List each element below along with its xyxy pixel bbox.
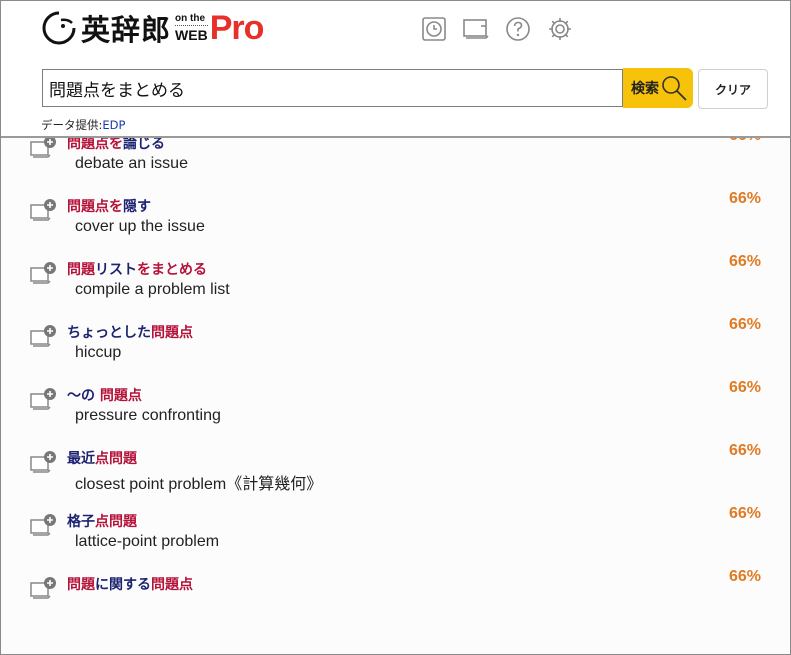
result-headword[interactable]: ちょっとした問題点 [67, 322, 193, 342]
results-list[interactable]: 問題点を議論debate an issue問題点を論じるdebate an is… [1, 111, 790, 654]
match-percentage: 66% [729, 568, 762, 585]
other-text: 格子 [67, 514, 95, 530]
result-headword[interactable]: 問題に関する問題点 [67, 574, 193, 594]
other-text: 最近 [67, 451, 95, 467]
match-text: 問題点を [67, 199, 123, 215]
match-percentage: 66% [729, 442, 762, 459]
result-headword[interactable]: 最近点問題 [67, 448, 137, 468]
match-text: 問題点 [151, 325, 193, 341]
match-text: 問題点 [99, 388, 142, 404]
result-item[interactable]: 最近点問題 closest point problem《計算幾何》 66% [1, 442, 790, 511]
logo-web: WEB [175, 27, 208, 43]
add-to-wordbook-icon[interactable] [30, 576, 58, 600]
app-window: 問題点を議論debate an issue問題点を論じるdebate an is… [0, 0, 791, 655]
search-button[interactable]: 検索 [623, 68, 693, 108]
match-percentage: 66% [729, 190, 762, 207]
result-translation: compile a problem list [75, 281, 230, 298]
add-to-wordbook-icon[interactable] [30, 198, 58, 222]
result-headword[interactable]: 問題リストをまとめる [67, 259, 207, 279]
result-translation: pressure confronting [75, 407, 221, 424]
data-provider: データ提供:EDP [41, 117, 125, 133]
result-translation: debate an issue [75, 155, 188, 172]
search-icon [662, 76, 687, 101]
add-to-wordbook-icon[interactable] [30, 513, 58, 537]
logo-sub: on the WEB [175, 14, 208, 42]
logo-on-the: on the [175, 14, 208, 26]
result-item[interactable]: 問題点を論じるdebate an issue66% [1, 127, 790, 196]
other-text: に関する [95, 577, 151, 593]
logo[interactable]: 英辞郎 on the WEB Pro [41, 8, 265, 47]
add-to-wordbook-icon[interactable] [30, 261, 58, 285]
provider-label: データ提供: [41, 118, 103, 132]
logo-face-icon [42, 11, 76, 45]
clear-button[interactable]: クリア [698, 69, 768, 109]
other-text: 隠す [123, 199, 151, 215]
match-text: 問題 [67, 262, 95, 278]
add-to-wordbook-icon[interactable] [30, 324, 58, 348]
result-item[interactable]: 問題に関する問題点 66% [1, 568, 790, 637]
match-text: 問題点 [151, 577, 193, 593]
other-text: 論じる [123, 136, 165, 152]
result-item[interactable]: 格子点問題 lattice-point problem 66% [1, 505, 790, 574]
result-item[interactable]: 問題点を隠す cover up the issue 66% [1, 190, 790, 259]
result-item[interactable]: ～の 問題点 pressure confronting 66% [1, 379, 790, 448]
match-text: 問題点を [67, 136, 123, 152]
search-bar: 検索 クリア [42, 68, 768, 109]
result-translation: hiccup [75, 344, 122, 361]
other-text: ちょっとした [67, 325, 151, 341]
other-text: リスト [95, 262, 137, 278]
search-button-label: 検索 [631, 80, 659, 96]
search-input[interactable] [42, 69, 623, 107]
result-translation: cover up the issue [75, 218, 205, 235]
top-toolbar [420, 15, 574, 43]
match-text: 点問題 [95, 514, 137, 530]
settings-icon[interactable] [546, 15, 574, 43]
logo-title: 英辞郎 [81, 13, 172, 47]
add-to-wordbook-icon[interactable] [30, 135, 58, 159]
match-text: 点問題 [95, 451, 137, 467]
result-headword[interactable]: 格子点問題 [67, 511, 137, 531]
history-icon[interactable] [420, 15, 448, 43]
result-headword[interactable]: 問題点を隠す [67, 196, 151, 216]
match-percentage: 66% [729, 379, 762, 396]
header: 英辞郎 on the WEB Pro 検索 [1, 1, 790, 138]
match-text: 問題 [67, 577, 95, 593]
match-text: をまとめる [137, 262, 207, 278]
match-percentage: 66% [729, 253, 762, 270]
result-item[interactable]: 問題リストをまとめる compile a problem list 66% [1, 253, 790, 322]
add-to-wordbook-icon[interactable] [30, 387, 58, 411]
result-item[interactable]: ちょっとした問題点 hiccup 66% [1, 316, 790, 385]
provider-name[interactable]: EDP [102, 118, 125, 132]
other-text: ～の [67, 388, 100, 404]
help-icon[interactable] [504, 15, 532, 43]
result-headword[interactable]: ～の 問題点 [67, 385, 142, 405]
result-translation: closest point problem《計算幾何》 [75, 476, 323, 493]
add-to-wordbook-icon[interactable] [30, 450, 58, 474]
result-translation: lattice-point problem [75, 533, 220, 550]
match-percentage: 66% [729, 316, 762, 333]
logo-pro: Pro [209, 8, 265, 47]
match-percentage: 66% [729, 505, 762, 522]
wordbook-icon[interactable] [462, 15, 490, 43]
